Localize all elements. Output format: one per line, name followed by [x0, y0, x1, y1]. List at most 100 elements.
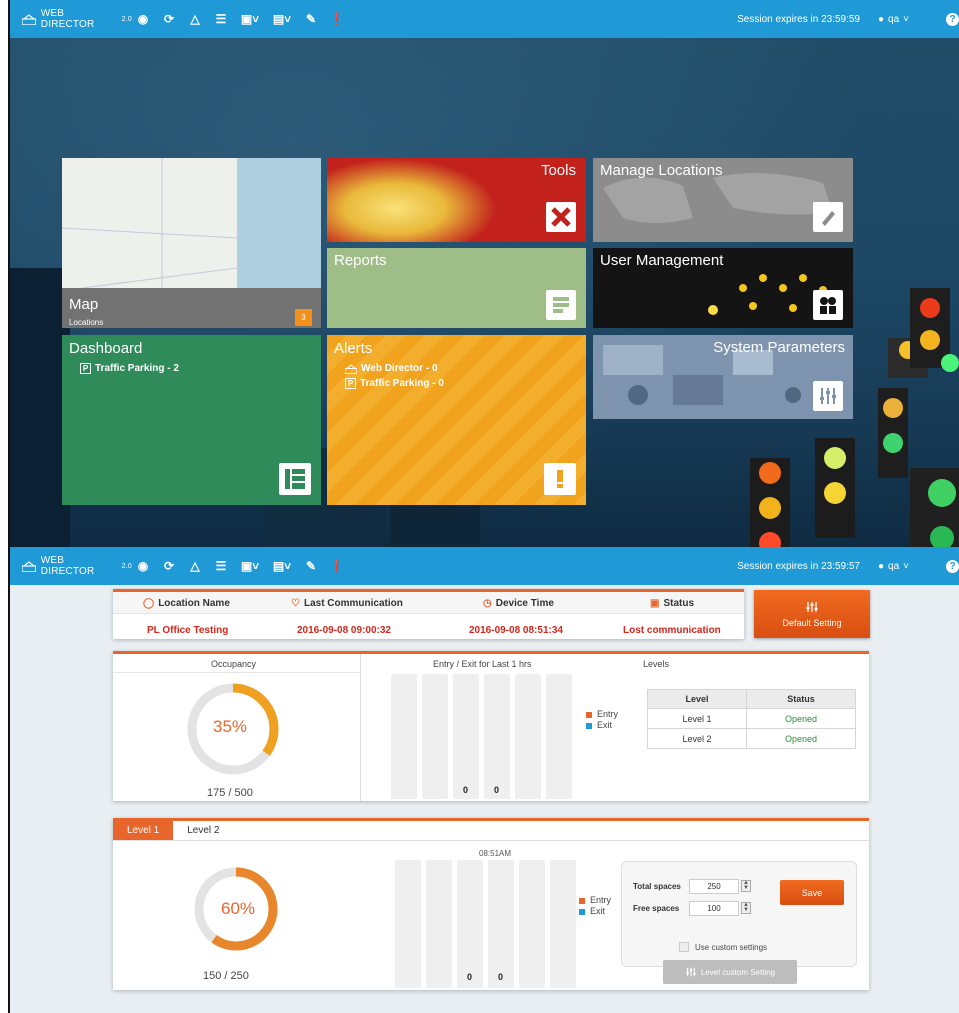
default-setting-button[interactable]: Default Setting [754, 590, 870, 638]
chart-bar [395, 860, 421, 988]
edit-icon[interactable]: ✎ [300, 8, 322, 30]
legend-exit: Exit [579, 906, 611, 917]
checkbox[interactable] [679, 942, 689, 952]
logo-icon [22, 560, 36, 572]
user-icon: ● [877, 560, 885, 572]
location-name-header: ◯ Location Name [143, 598, 230, 609]
chart-legend: Entry Exit [579, 895, 611, 917]
tile-user-management[interactable]: User Management [593, 248, 853, 328]
lock-icon: ▣ [650, 598, 660, 609]
bar-value: 0 [494, 785, 500, 795]
clock-icon: ◷ [483, 598, 492, 609]
user-menu[interactable]: ● qa ˅ [878, 14, 909, 25]
chart-bar [515, 674, 541, 799]
free-spaces-input[interactable]: 100 [689, 901, 739, 916]
alert-item-label: Traffic Parking - 0 [360, 378, 444, 389]
last-communication-header: ♡ Last Communication [291, 598, 403, 609]
dashboard-item[interactable]: P Traffic Parking - 2 [80, 363, 179, 374]
list-icon[interactable]: ☰ [210, 8, 232, 30]
legend-exit: Exit [586, 720, 618, 731]
list-icon[interactable]: ☰ [210, 555, 232, 577]
tile-map[interactable]: Map Locations 3 [62, 158, 321, 328]
header-label: Location Name [158, 598, 230, 609]
levels-title: Levels [643, 659, 670, 669]
occupancy-percent: 35% [213, 717, 248, 736]
report-dropdown-icon[interactable]: ▤˅ [268, 555, 296, 577]
tile-manage-locations[interactable]: Manage Locations [593, 158, 853, 242]
bar-value: 0 [498, 972, 504, 982]
chart-time-label: 08:51AM [479, 849, 512, 858]
total-spaces-stepper[interactable]: ▲ ▼ [741, 880, 751, 892]
refresh-icon[interactable]: ⟳ [158, 8, 180, 30]
tile-title: System Parameters [713, 339, 845, 356]
status-cell: Opened [746, 728, 856, 749]
tile-system-parameters[interactable]: System Parameters [593, 335, 853, 419]
tile-alerts[interactable]: Alerts Web Director - 0 P Traffic Parking… [327, 335, 586, 505]
settings-sliders-icon [686, 967, 696, 977]
total-spaces-input[interactable]: 250 [689, 879, 739, 894]
tile-title: Tools [540, 162, 576, 179]
edit-location-icon [813, 202, 843, 232]
alert-item[interactable]: P Traffic Parking - 0 [345, 378, 444, 389]
tile-tools[interactable]: Tools [327, 158, 586, 242]
column-header: Level [646, 689, 748, 709]
map-pin-icon[interactable]: △ [184, 555, 206, 577]
occupancy-title: Occupancy [211, 659, 257, 669]
tile-subtitle: Locations [69, 318, 104, 327]
brand[interactable]: WEB DIRECTOR 2.0 [10, 555, 132, 577]
tile-reports[interactable]: Reports [327, 248, 586, 328]
column-header: Status [746, 689, 856, 709]
level-ratio: 150 / 250 [203, 970, 249, 982]
parking-icon: P [345, 378, 356, 389]
alert-item[interactable]: Web Director - 0 [345, 363, 438, 374]
brand[interactable]: WEB DIRECTOR 2.0 [10, 8, 132, 30]
table-row[interactable]: Level 2 Opened [646, 728, 856, 749]
users-icon [813, 290, 843, 320]
bell-icon: ♡ [291, 598, 300, 609]
last-communication-value: 2016-09-08 09:00:32 [297, 625, 391, 636]
user-menu[interactable]: ● qa ˅ [878, 561, 909, 572]
map-pin-icon[interactable]: △ [184, 8, 206, 30]
save-button[interactable]: Save [780, 880, 844, 905]
tools-icon [546, 202, 576, 232]
legend-entry: Entry [579, 895, 611, 906]
legend-label: Entry [597, 709, 619, 719]
report-dropdown-icon[interactable]: ▤˅ [268, 8, 296, 30]
tab-level-1[interactable]: Level 1 [113, 821, 174, 840]
reports-icon [546, 290, 576, 320]
chevron-down-icon: ˅ [903, 560, 909, 572]
table-row[interactable]: Level 1 Opened [646, 708, 856, 729]
level-custom-setting-button[interactable]: Level custom Setting [663, 960, 797, 984]
chart-bar [484, 674, 510, 799]
help-icon[interactable]: ? [946, 559, 959, 573]
image-dropdown-icon[interactable]: ▣˅ [236, 555, 264, 577]
level-tabs: Level 1 Level 2 [113, 821, 234, 840]
location-dashboard: ◯ Location Name ♡ Last Communication ◷ Devi… [10, 585, 959, 1013]
legend-entry: Entry [586, 709, 618, 720]
refresh-icon[interactable]: ⟳ [158, 555, 180, 577]
levels-table: Level Status Level 1 Opened Level 2 Open… [646, 689, 856, 749]
chart-bar [391, 674, 417, 799]
tile-title: Alerts [334, 340, 373, 357]
tab-level-2[interactable]: Level 2 [173, 821, 234, 840]
dashboard-icon [279, 463, 311, 495]
back-icon[interactable]: ◉ [132, 555, 154, 577]
use-custom-settings-checkbox[interactable]: Use custom settings [679, 942, 767, 952]
edit-icon[interactable]: ✎ [300, 555, 322, 577]
chart-legend: Entry Exit [586, 709, 618, 731]
chart-bar [546, 674, 572, 799]
brand-version: 2.0 [121, 15, 132, 23]
button-label: Level custom Setting [700, 967, 776, 977]
back-icon[interactable]: ◉ [132, 8, 154, 30]
level-percent: 60% [221, 899, 256, 918]
free-spaces-stepper[interactable]: ▲ ▼ [741, 902, 751, 914]
alert-icon[interactable]: ❗ [326, 8, 348, 30]
help-icon[interactable]: ? [946, 12, 959, 26]
logo-icon [345, 363, 357, 374]
header-label: Status [663, 598, 695, 609]
session-timer: Session expires in 23:59:59 [737, 13, 860, 25]
device-time-header: ◷ Device Time [483, 598, 554, 609]
image-dropdown-icon[interactable]: ▣˅ [236, 8, 264, 30]
alert-icon[interactable]: ❗ [326, 555, 348, 577]
tile-dashboard[interactable]: Dashboard P Traffic Parking - 2 [62, 335, 321, 505]
